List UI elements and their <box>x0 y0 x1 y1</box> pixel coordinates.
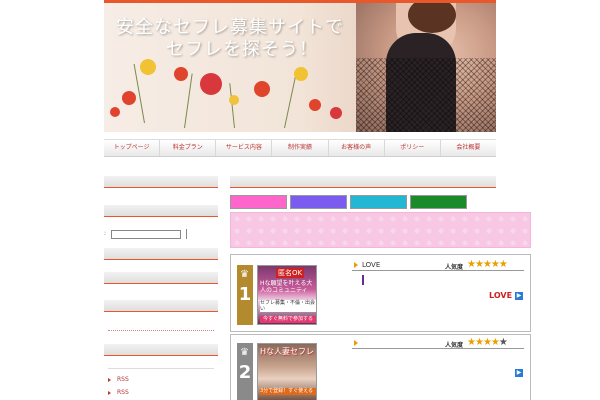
thumb-cta: 今すぐ無料で参加する <box>260 316 316 323</box>
star-icon: ★ <box>482 337 492 348</box>
nav-item-top[interactable]: トップページ <box>104 140 161 156</box>
flower-icon <box>229 95 239 105</box>
arrow-right-icon[interactable]: ▶ <box>515 369 523 377</box>
rank-badge: ♛ 1 <box>237 265 253 325</box>
main-heading <box>230 176 496 188</box>
flower-icon <box>309 99 321 111</box>
flower-icon <box>140 59 156 75</box>
nav-item-service[interactable]: サービス内容 <box>216 140 273 156</box>
product-name[interactable]: LOVE <box>362 261 380 269</box>
banner-model-photo <box>356 3 496 132</box>
ranking-card[interactable]: ♛ 1 匿名OK Hな願望を叶える大人のコミュニティ セフレ募集・不倫・出会い … <box>230 254 531 332</box>
star-rating: ★★★★★ <box>467 337 508 348</box>
rss-link[interactable]: RSS <box>108 376 129 383</box>
thumb-headline: Hな人妻セフレ <box>260 347 315 356</box>
star-icon: ★ <box>482 259 492 270</box>
text-cursor-mark <box>362 275 364 285</box>
lace-banner <box>230 212 531 248</box>
search-label: : <box>104 230 107 237</box>
search-input[interactable] <box>111 230 181 239</box>
global-nav: トップページ 料金プラン サービス内容 制作実績 お客様の声 ポリシー 会社概要 <box>104 139 496 157</box>
arrow-right-icon <box>354 262 358 268</box>
star-icon: ★ <box>467 337 476 348</box>
flower-icon <box>254 81 270 97</box>
rank-badge: ♛ 2 <box>237 343 253 400</box>
color-button-purple[interactable] <box>290 195 347 209</box>
header-banner[interactable]: 安全なセフレ募集サイトで セフレを探そう！ <box>104 3 496 132</box>
rank-number: 1 <box>238 284 252 305</box>
flower-icon <box>122 91 136 105</box>
nav-item-pricing[interactable]: 料金プラン <box>160 140 217 156</box>
product-thumbnail[interactable]: 匿名OK Hな願望を叶える大人のコミュニティ セフレ募集・不倫・出会い 今すぐ無… <box>257 265 317 325</box>
arrow-right-icon <box>108 377 111 382</box>
sidebar-heading <box>104 248 218 260</box>
star-icon: ★ <box>467 259 476 270</box>
flower-icon <box>294 67 308 81</box>
crown-icon: ♛ <box>240 347 249 358</box>
flower-icon <box>110 107 120 117</box>
sidebar-divider <box>108 330 214 331</box>
product-logo[interactable]: LOVE <box>489 291 512 300</box>
color-button-pink[interactable] <box>230 195 287 209</box>
search-button[interactable] <box>183 229 187 239</box>
rank-number: 2 <box>238 362 252 383</box>
model-fishnet <box>356 58 496 132</box>
sidebar-heading <box>104 300 218 312</box>
thumb-badge: 匿名OK <box>276 268 305 278</box>
sidebar-heading <box>104 176 218 188</box>
crown-icon: ♛ <box>240 269 249 280</box>
sidebar-heading <box>104 344 218 356</box>
sidebar-divider <box>108 368 214 369</box>
nav-item-works[interactable]: 制作実績 <box>272 140 329 156</box>
flower-icon <box>330 107 342 119</box>
product-thumbnail[interactable]: Hな人妻セフレ 3分で登録！すぐ使える <box>257 343 317 400</box>
thumb-subtext: セフレ募集・不倫・出会い <box>260 300 316 312</box>
star-icon: ★ <box>498 337 508 348</box>
star-icon: ★ <box>490 259 500 270</box>
arrow-right-icon <box>354 340 358 346</box>
nav-item-company[interactable]: 会社概要 <box>441 140 496 156</box>
ranking-card[interactable]: ♛ 2 Hな人妻セフレ 3分で登録！すぐ使える 人気度 ★★★★★ ▶ <box>230 334 531 400</box>
nav-item-voice[interactable]: お客様の声 <box>329 140 385 156</box>
sidebar-heading <box>104 205 218 217</box>
rss-link[interactable]: RSS <box>108 389 129 396</box>
color-button-green[interactable] <box>410 195 467 209</box>
arrow-right-icon[interactable]: ▶ <box>515 292 523 300</box>
star-rating: ★★★★★ <box>467 259 508 270</box>
star-icon: ★ <box>490 337 500 348</box>
thumb-subtext: 3分で登録！すぐ使える <box>260 388 316 395</box>
popularity-label: 人気度 <box>445 264 464 271</box>
nav-item-policy[interactable]: ポリシー <box>385 140 441 156</box>
banner-title-line2: セフレを探そう！ <box>166 39 318 60</box>
arrow-right-icon <box>108 390 111 395</box>
sidebar-heading <box>104 272 218 284</box>
thumb-headline: Hな願望を叶える大人のコミュニティ <box>260 280 313 294</box>
popularity-label: 人気度 <box>445 342 464 349</box>
star-icon: ★ <box>498 259 508 270</box>
star-icon: ★ <box>474 259 484 270</box>
color-button-cyan[interactable] <box>350 195 407 209</box>
star-icon: ★ <box>474 337 484 348</box>
flower-icon <box>200 73 222 95</box>
flower-icon <box>174 67 188 81</box>
